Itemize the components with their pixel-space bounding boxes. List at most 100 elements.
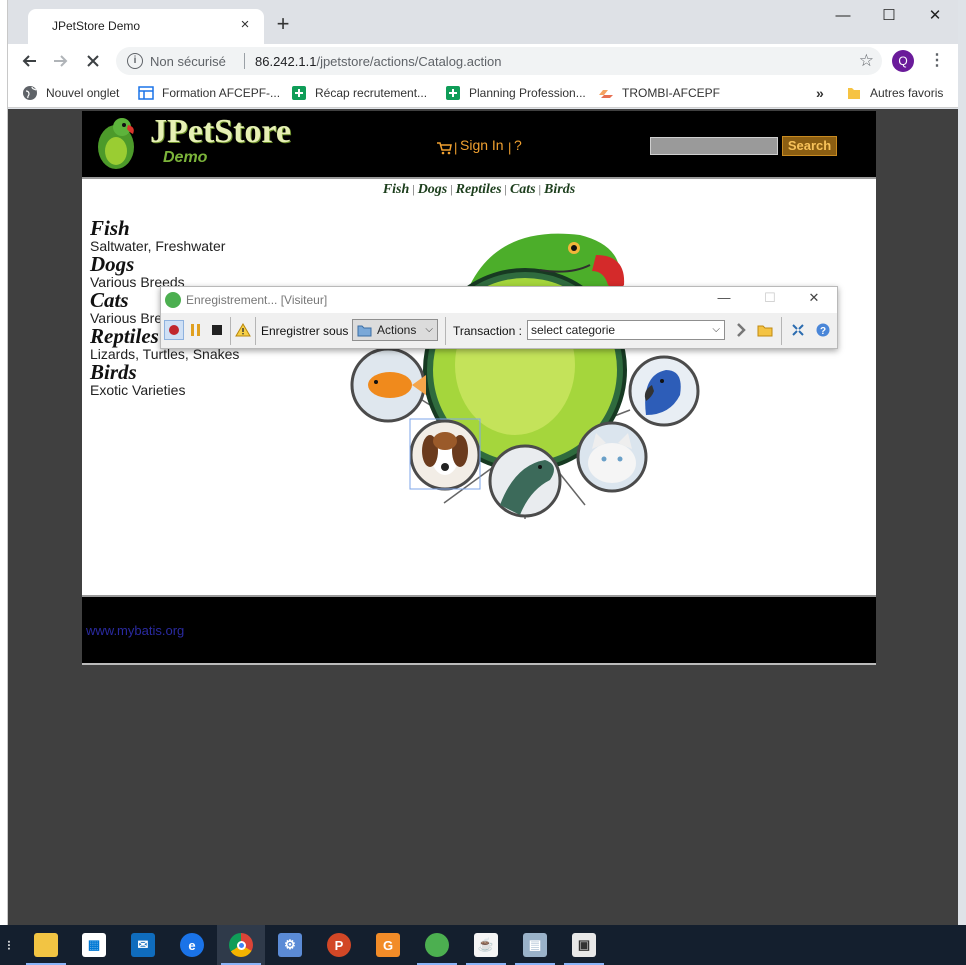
warning-icon[interactable] [233, 320, 253, 340]
forward-arrow-icon[interactable] [48, 48, 74, 74]
search-input[interactable] [650, 137, 778, 155]
recorder-close-button[interactable]: ✕ [791, 290, 837, 310]
category-birds-desc: Exotic Varieties [90, 382, 186, 398]
bookmark-label: TROMBI-AFCEPF [622, 86, 720, 100]
bookmark-formation-afcepf[interactable]: Formation AFCEPF-... [138, 84, 280, 102]
quicklink-reptiles[interactable]: Reptiles [456, 182, 502, 197]
back-arrow-icon[interactable] [16, 48, 42, 74]
quicklink-birds[interactable]: Birds [544, 182, 575, 197]
toolbar-separator [445, 317, 446, 345]
recorder-maximize-button[interactable]: ☐ [747, 290, 793, 310]
minimize-button[interactable]: — [820, 0, 866, 30]
transaction-label: Transaction : [453, 324, 522, 338]
stop-button[interactable] [207, 320, 227, 340]
edge-icon[interactable]: e [168, 925, 216, 965]
recorder-window: Enregistrement... [Visiteur] — ☐ ✕ Enreg… [160, 286, 838, 349]
pet-splash-image [350, 233, 700, 519]
browser-titlebar: JPetStore Demo × + — ☐ ✕ [8, 0, 958, 44]
stop-loading-icon[interactable] [80, 48, 106, 74]
quicklink-dogs[interactable]: Dogs [418, 182, 448, 197]
taskview-icon[interactable]: ⁝ [0, 925, 18, 965]
folder-icon [357, 323, 372, 343]
file-explorer-icon[interactable] [22, 925, 70, 965]
tab-close-icon[interactable]: × [236, 16, 254, 34]
maximize-button[interactable]: ☐ [866, 0, 912, 30]
toolbar-separator [230, 317, 231, 345]
bookmark-label: Récap recrutement... [315, 86, 428, 100]
cat-category-icon[interactable] [576, 421, 648, 493]
bookmark-planning[interactable]: Planning Profession... [445, 84, 586, 102]
browser-toolbar: i Non sécurisé 86.242.1.1/jpetstore/acti… [8, 44, 958, 78]
fish-category-icon[interactable] [350, 347, 426, 423]
bookmark-star-icon[interactable]: ☆ [859, 51, 874, 71]
bookmark-trombi[interactable]: TROMBI-AFCEPF [598, 84, 720, 102]
url-text[interactable]: 86.242.1.1/jpetstore/actions/Catalog.act… [255, 54, 501, 69]
help-link[interactable]: ? [514, 137, 522, 153]
collapse-button[interactable] [788, 320, 808, 340]
quicklink-cats[interactable]: Cats [510, 182, 536, 197]
bookmark-nouvel-onglet[interactable]: Nouvel onglet [22, 84, 119, 102]
category-fish-desc: Saltwater, Freshwater [90, 238, 226, 254]
category-birds-link[interactable]: Birds [90, 361, 290, 383]
bookmark-label: Planning Profession... [469, 86, 586, 100]
record-button[interactable] [164, 320, 184, 340]
open-folder-button[interactable] [755, 320, 775, 340]
toolbar-separator [781, 317, 782, 345]
recorder-minimize-button[interactable]: — [701, 290, 747, 310]
folder-icon [846, 85, 862, 101]
page-viewport: JPetStore Demo | Sign In | ? Search Fish… [8, 109, 958, 925]
transaction-select[interactable]: select categorie ⌵ [527, 320, 725, 340]
control-panel-icon[interactable]: ⚙ [266, 925, 314, 965]
bird-category-icon[interactable] [628, 355, 700, 427]
svg-text:?: ? [820, 326, 826, 337]
store-icon[interactable]: ▦ [70, 925, 118, 965]
neoload-icon[interactable] [413, 925, 461, 965]
gatling-icon[interactable]: G [364, 925, 412, 965]
sign-in-link[interactable]: Sign In [460, 137, 504, 153]
jpetstore-page: JPetStore Demo | Sign In | ? Search Fish… [82, 111, 876, 665]
bookmark-label: Formation AFCEPF-... [162, 86, 281, 100]
windows-taskbar: ⁝ ▦ ✉ e ⚙ P G ☕ ▤ ▣ [0, 925, 966, 965]
mybatis-link[interactable]: www.mybatis.org [86, 623, 184, 638]
category-fish-link[interactable]: Fish [90, 217, 290, 239]
quick-links: Fish | Dogs | Reptiles | Cats | Birds [382, 182, 576, 197]
bookmark-recap-recrutement[interactable]: Récap recrutement... [291, 84, 427, 102]
actions-dropdown[interactable]: Actions ⌵ [352, 319, 438, 341]
info-icon[interactable]: i [127, 53, 143, 69]
store-logo-title[interactable]: JPetStore [150, 113, 291, 151]
browser-tab[interactable]: JPetStore Demo × [28, 9, 264, 44]
globe-icon [22, 85, 38, 101]
media-icon[interactable]: ▣ [560, 925, 608, 965]
dog-category-icon[interactable] [409, 418, 481, 491]
chrome-icon[interactable] [217, 925, 265, 965]
window-left-edge [0, 0, 8, 925]
new-tab-button[interactable]: + [270, 12, 296, 38]
chevron-down-icon: ⌵ [712, 324, 720, 335]
pause-button[interactable] [186, 320, 206, 340]
close-window-button[interactable]: ✕ [912, 0, 958, 30]
other-bookmarks-folder[interactable]: Autres favoris [846, 84, 943, 102]
reptile-category-icon[interactable] [488, 444, 562, 518]
help-icon[interactable]: ? [813, 320, 833, 340]
mail-icon[interactable]: ✉ [119, 925, 167, 965]
category-dogs-link[interactable]: Dogs [90, 253, 290, 275]
address-bar[interactable]: i Non sécurisé 86.242.1.1/jpetstore/acti… [116, 47, 882, 75]
search-button[interactable]: Search [782, 136, 837, 156]
menu-separator: | [454, 140, 458, 155]
cart-icon[interactable] [436, 141, 452, 155]
quicklink-fish[interactable]: Fish [383, 182, 409, 197]
recorder-titlebar[interactable]: Enregistrement... [Visiteur] — ☐ ✕ [161, 287, 837, 313]
store-footer: www.mybatis.org [82, 595, 876, 665]
address-divider [244, 53, 245, 69]
monitor-icon[interactable]: ▤ [511, 925, 559, 965]
next-transaction-button[interactable] [731, 320, 751, 340]
browser-menu-icon[interactable]: ⋮ [928, 50, 946, 72]
doc-icon [138, 85, 154, 101]
menu-separator: | [508, 140, 512, 155]
java-icon[interactable]: ☕ [462, 925, 510, 965]
store-header: JPetStore Demo | Sign In | ? Search [82, 111, 876, 179]
bookmarks-overflow-button[interactable]: » [816, 84, 824, 102]
parrot-logo-icon[interactable] [90, 113, 140, 173]
powerpoint-icon[interactable]: P [315, 925, 363, 965]
profile-avatar[interactable]: Q [892, 50, 914, 72]
